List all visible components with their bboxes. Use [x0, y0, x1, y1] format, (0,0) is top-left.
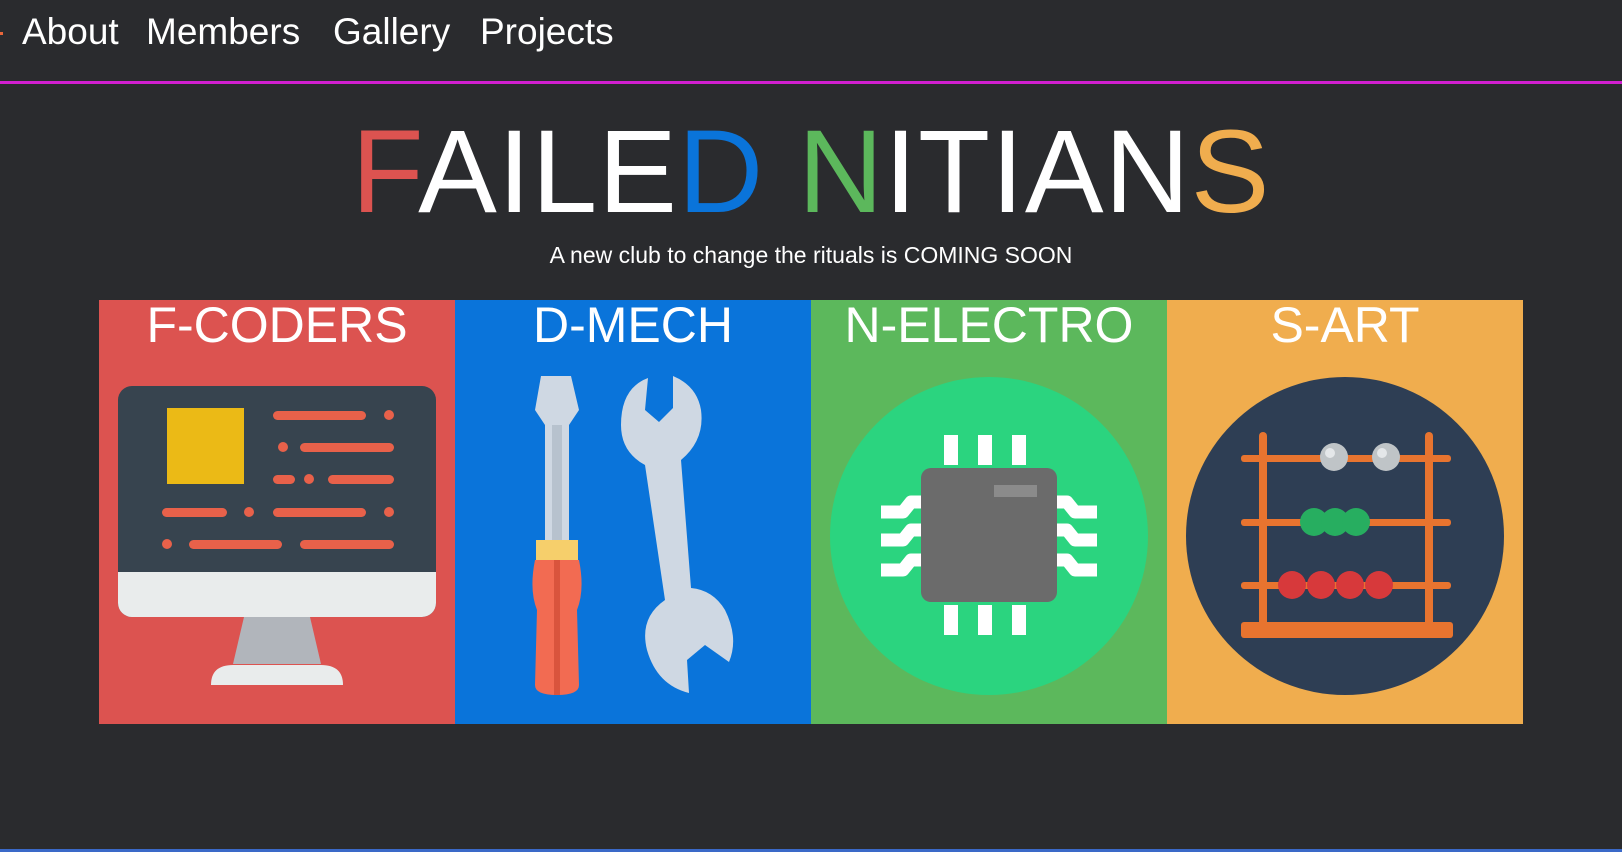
page-subtitle: A new club to change the rituals is COMI… — [549, 242, 1073, 268]
nav-members-link[interactable]: Members — [146, 10, 300, 54]
page-title: FAILED NITIANS — [0, 112, 1622, 232]
top-navbar: About Members Gallery Projects — [0, 0, 1622, 84]
panel-f-coders-label: F-CODERS — [146, 297, 408, 353]
title-segment: ITIAN — [884, 106, 1191, 238]
microchip-icon — [830, 377, 1148, 695]
title-segment: F — [351, 106, 419, 238]
panel-s-art-label: S-ART — [1270, 297, 1420, 353]
title-segment: D — [677, 106, 765, 238]
nav-projects-link[interactable]: Projects — [480, 10, 614, 54]
nav-about-link[interactable]: About — [22, 10, 119, 54]
panel-n-electro-label: N-ELECTRO — [844, 297, 1134, 353]
nav-brand-mark — [0, 32, 3, 35]
computer-monitor-icon — [118, 386, 436, 685]
panel-d-mech[interactable]: D-MECH — [455, 297, 811, 724]
title-segment: N — [797, 106, 885, 238]
title-segment — [764, 106, 798, 238]
title-segment: AILE — [418, 106, 678, 238]
abacus-icon — [1186, 377, 1504, 695]
panel-f-coders[interactable]: F-CODERS — [99, 297, 455, 724]
panel-n-electro[interactable]: N-ELECTRO — [811, 297, 1167, 724]
panel-s-art[interactable]: S-ART — [1167, 297, 1523, 724]
tools-icon — [532, 376, 734, 695]
club-panels: F-CODERS D-MECH N-ELECTRO S-ART — [99, 297, 1523, 724]
panel-d-mech-label: D-MECH — [533, 297, 733, 353]
title-segment: S — [1190, 106, 1271, 238]
nav-gallery-link[interactable]: Gallery — [333, 10, 450, 54]
